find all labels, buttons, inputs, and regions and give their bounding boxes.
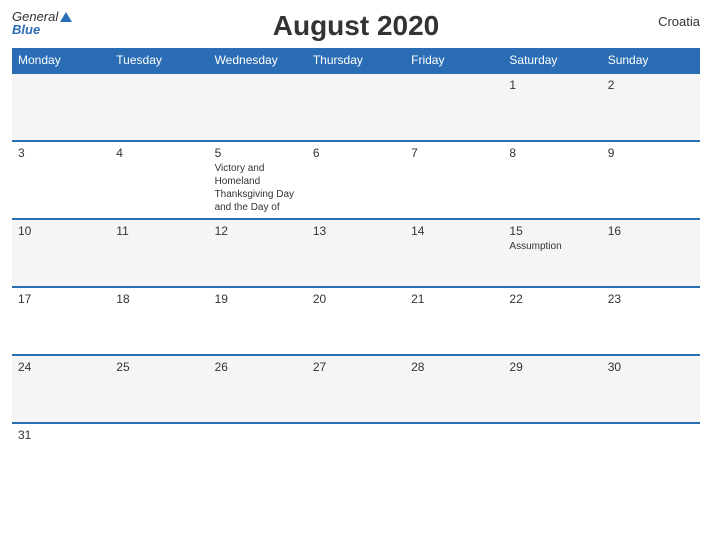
day-number: 17 xyxy=(18,292,104,306)
table-row: 24 xyxy=(12,355,110,423)
day-number: 25 xyxy=(116,360,202,374)
table-row: 5 Victory and Homeland Thanksgiving Day a… xyxy=(209,141,307,219)
table-row: 17 xyxy=(12,287,110,355)
calendar-week-row: 345 Victory and Homeland Thanksgiving Day… xyxy=(12,141,700,219)
table-row: 31 xyxy=(12,423,110,491)
table-row xyxy=(405,73,503,141)
header-friday: Friday xyxy=(405,48,503,73)
table-row: 19 xyxy=(209,287,307,355)
day-number: 10 xyxy=(18,224,104,238)
table-row: 8 xyxy=(503,141,601,219)
day-number: 3 xyxy=(18,146,104,160)
header-saturday: Saturday xyxy=(503,48,601,73)
table-row: 29 xyxy=(503,355,601,423)
day-number: 4 xyxy=(116,146,202,160)
header-monday: Monday xyxy=(12,48,110,73)
calendar-week-row: 10 11 12 13 14 15 Assumption 16 xyxy=(12,219,700,287)
table-row: 9 xyxy=(602,141,700,219)
table-row: 13 xyxy=(307,219,405,287)
table-row: 14 xyxy=(405,219,503,287)
day-number: 18 xyxy=(116,292,202,306)
day-number: 12 xyxy=(215,224,301,238)
table-row: 7 xyxy=(405,141,503,219)
header-tuesday: Tuesday xyxy=(110,48,208,73)
event-text: Assumption xyxy=(509,240,595,253)
table-row xyxy=(110,423,208,491)
table-row: 11 xyxy=(110,219,208,287)
day-number: 8 xyxy=(509,146,595,160)
day-number: 14 xyxy=(411,224,497,238)
logo-blue-text: Blue xyxy=(12,23,72,36)
day-number: 19 xyxy=(215,292,301,306)
day-number: 30 xyxy=(608,360,694,374)
table-row: 1 xyxy=(503,73,601,141)
table-row: 21 xyxy=(405,287,503,355)
calendar-week-row: 31 xyxy=(12,423,700,491)
day-number: 1 xyxy=(509,78,595,92)
day-number: 2 xyxy=(608,78,694,92)
calendar-table: Monday Tuesday Wednesday Thursday Friday… xyxy=(12,48,700,491)
day-number: 7 xyxy=(411,146,497,160)
weekday-header-row: Monday Tuesday Wednesday Thursday Friday… xyxy=(12,48,700,73)
table-row xyxy=(307,423,405,491)
header-wednesday: Wednesday xyxy=(209,48,307,73)
table-row xyxy=(209,423,307,491)
table-row: 20 xyxy=(307,287,405,355)
day-number: 21 xyxy=(411,292,497,306)
table-row xyxy=(405,423,503,491)
calendar-week-row: 24 25 26 27 28 29 30 xyxy=(12,355,700,423)
table-row xyxy=(307,73,405,141)
header-thursday: Thursday xyxy=(307,48,405,73)
calendar-container: General Blue August 2020 Croatia Monday … xyxy=(0,0,712,550)
table-row: 27 xyxy=(307,355,405,423)
table-row: 12 xyxy=(209,219,307,287)
day-number: 26 xyxy=(215,360,301,374)
calendar-week-row: 12 xyxy=(12,73,700,141)
table-row: 23 xyxy=(602,287,700,355)
day-number: 6 xyxy=(313,146,399,160)
day-number: 16 xyxy=(608,224,694,238)
day-number: 23 xyxy=(608,292,694,306)
table-row: 18 xyxy=(110,287,208,355)
table-row: 26 xyxy=(209,355,307,423)
table-row xyxy=(602,423,700,491)
table-row xyxy=(209,73,307,141)
event-text: Victory and Homeland Thanksgiving Day an… xyxy=(215,162,301,214)
day-number: 31 xyxy=(18,428,104,442)
day-number: 28 xyxy=(411,360,497,374)
calendar-week-row: 17 18 19 20 21 22 23 xyxy=(12,287,700,355)
table-row: 22 xyxy=(503,287,601,355)
day-number: 20 xyxy=(313,292,399,306)
table-row: 3 xyxy=(12,141,110,219)
table-row xyxy=(110,73,208,141)
day-number: 9 xyxy=(608,146,694,160)
table-row: 2 xyxy=(602,73,700,141)
table-row: 28 xyxy=(405,355,503,423)
day-number: 13 xyxy=(313,224,399,238)
table-row xyxy=(12,73,110,141)
table-row: 25 xyxy=(110,355,208,423)
table-row: 30 xyxy=(602,355,700,423)
table-row: 10 xyxy=(12,219,110,287)
day-number: 24 xyxy=(18,360,104,374)
day-number: 11 xyxy=(116,224,202,238)
logo: General Blue xyxy=(12,10,72,36)
table-row: 16 xyxy=(602,219,700,287)
day-number: 29 xyxy=(509,360,595,374)
table-row: 15 Assumption xyxy=(503,219,601,287)
logo-triangle-icon xyxy=(60,12,72,22)
table-row: 6 xyxy=(307,141,405,219)
month-title: August 2020 xyxy=(273,10,440,42)
table-row xyxy=(503,423,601,491)
day-number: 5 xyxy=(215,146,301,160)
day-number: 15 xyxy=(509,224,595,238)
header-sunday: Sunday xyxy=(602,48,700,73)
table-row: 4 xyxy=(110,141,208,219)
country-label: Croatia xyxy=(658,14,700,29)
calendar-header: General Blue August 2020 Croatia xyxy=(12,10,700,42)
day-number: 22 xyxy=(509,292,595,306)
day-number: 27 xyxy=(313,360,399,374)
